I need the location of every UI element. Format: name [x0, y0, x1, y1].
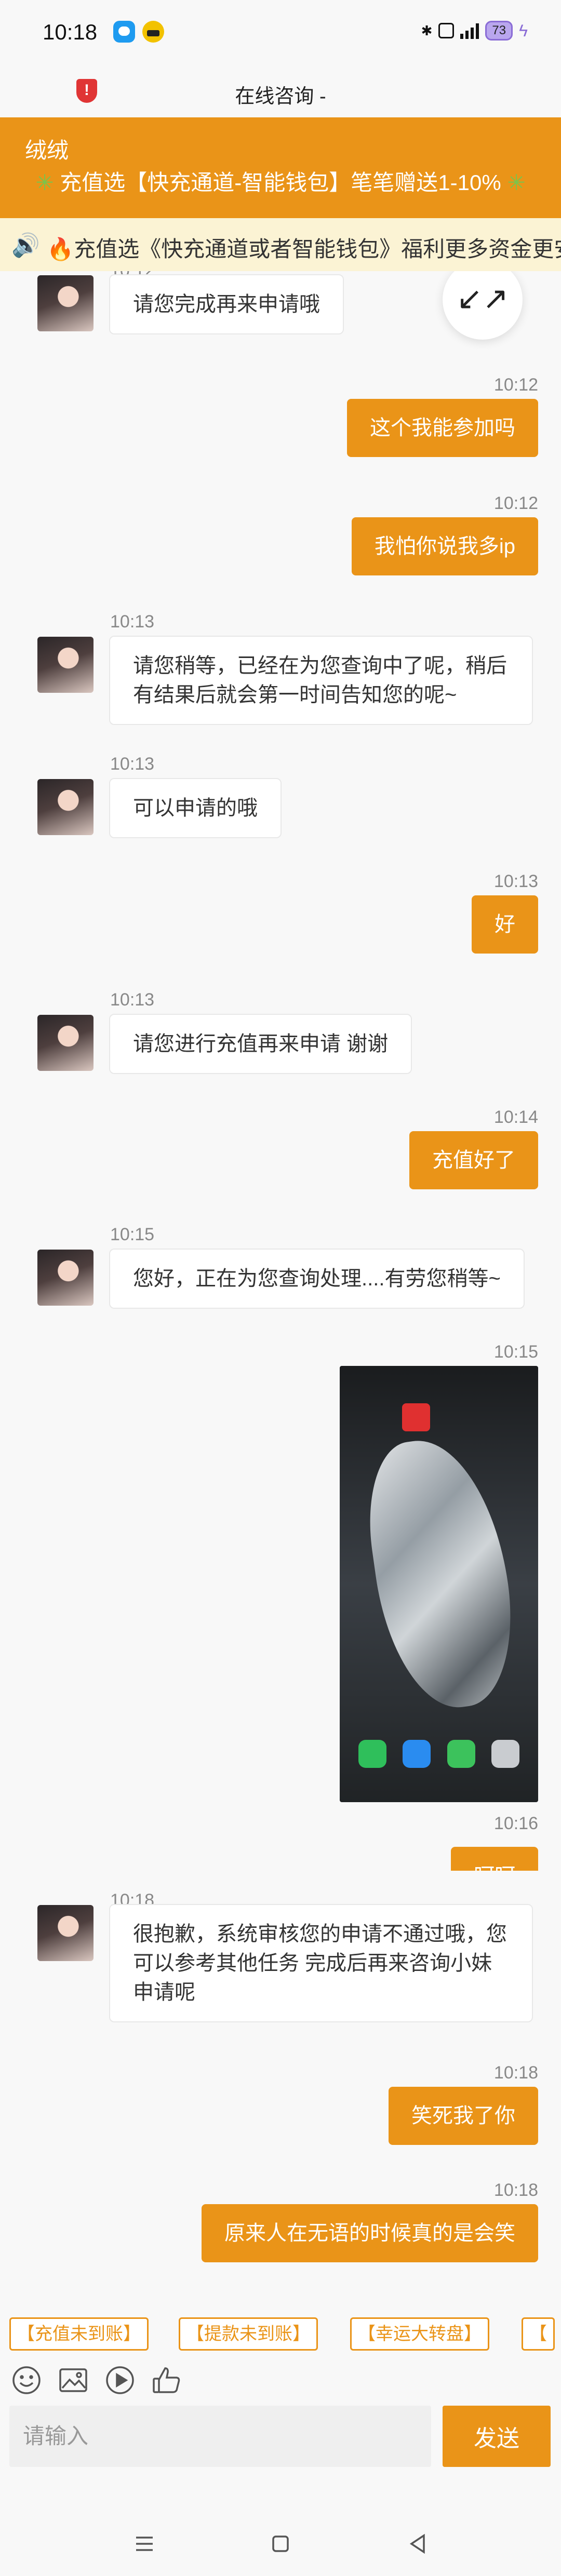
announcement-banner: 绒绒 ✳ 充值选【快充通道-智能钱包】笔笔赠送1-10% ✳ — [0, 117, 561, 218]
dock-icons — [358, 1740, 519, 1768]
composer: 发送 — [0, 2404, 561, 2470]
message-time: 10:12 — [493, 493, 538, 513]
message-bubble: 可以申请的哦 — [109, 778, 282, 838]
app-notification-icon — [142, 21, 164, 43]
back-icon[interactable] — [397, 2523, 438, 2565]
quick-button-more[interactable]: 【 — [522, 2317, 555, 2351]
emoji-icon[interactable] — [10, 2364, 43, 2396]
message-bubble: 请您完成再来申请哦 — [109, 274, 344, 334]
video-icon[interactable] — [104, 2364, 136, 2396]
quick-button-lucky-wheel[interactable]: 【幸运大转盘】 — [350, 2317, 489, 2351]
message-row-outgoing: 10:16 呵呵 — [0, 1814, 561, 1871]
signal-icon — [460, 22, 479, 39]
quick-actions-bar: 【充值未到账】 【提款未到账】 【幸运大转盘】 【 — [0, 2302, 561, 2359]
message-time: 10:18 — [493, 2180, 538, 2200]
thumbs-up-icon[interactable] — [151, 2364, 183, 2396]
message-time: 10:15 — [110, 1225, 155, 1244]
screenshot-image[interactable] — [340, 1366, 538, 1802]
messenger-notification-icon — [113, 21, 135, 43]
image-icon[interactable] — [57, 2364, 89, 2396]
page-title: 在线咨询 - — [235, 86, 326, 108]
agent-avatar[interactable] — [37, 275, 94, 331]
message-input[interactable] — [9, 2406, 431, 2467]
agent-avatar[interactable] — [37, 637, 94, 693]
agent-name: 绒绒 — [25, 138, 69, 163]
message-time: 10:16 — [493, 1814, 538, 1833]
message-time: 10:13 — [493, 871, 538, 891]
notice-marquee: 🔊 🔥充值选《快充通道或者智能钱包》福利更多资金更安全 — [0, 218, 561, 271]
message-time: 10:18 — [493, 2063, 538, 2083]
app-logo — [402, 1403, 430, 1431]
system-nav-bar — [0, 2508, 561, 2576]
message-bubble: 呵呵 — [451, 1847, 538, 1871]
message-time: 10:14 — [493, 1107, 538, 1127]
message-time: 10:13 — [110, 990, 155, 1010]
status-indicators: ✱ 73 ϟ — [421, 21, 528, 41]
message-bubble: 这个我能参加吗 — [347, 399, 538, 457]
home-icon[interactable] — [260, 2523, 301, 2565]
clover-icon: ✳ — [35, 170, 54, 195]
hd-icon — [438, 23, 455, 38]
quick-button-withdraw[interactable]: 【提款未到账】 — [179, 2317, 318, 2351]
speaker-icon: 🔊 — [11, 233, 40, 258]
bluetooth-icon: ✱ — [421, 22, 433, 38]
collapse-icon[interactable]: ↙↗ — [443, 271, 523, 340]
chat-area[interactable]: 10:12 请您完成再来申请哦 ↙↗ 10:12 这个我能参加吗 10:12 我… — [0, 271, 561, 2302]
message-time: 10:15 — [493, 1342, 538, 1362]
message-time: 10:13 — [110, 754, 155, 774]
charging-icon: ϟ — [519, 21, 528, 40]
message-bubble: 我怕你说我多ip — [351, 517, 538, 575]
promo-line: ✳ 充值选【快充通道-智能钱包】笔笔赠送1-10% ✳ — [0, 165, 561, 197]
composer-toolbar — [0, 2359, 561, 2404]
battery-icon: 73 — [485, 21, 513, 41]
message-bubble: 笑死我了你 — [389, 2087, 538, 2145]
menu-icon[interactable] — [124, 2523, 165, 2565]
chat-header: ! 在线咨询 - — [0, 68, 561, 117]
message-bubble: 好 — [472, 895, 538, 954]
clover-icon: ✳ — [507, 170, 526, 195]
agent-avatar[interactable] — [37, 1905, 94, 1961]
agent-avatar[interactable] — [37, 1015, 94, 1071]
message-bubble: 您好，正在为您查询处理....有劳您稍等~ — [109, 1249, 525, 1309]
message-time: 10:13 — [110, 612, 155, 632]
message-time: 10:12 — [493, 375, 538, 395]
marquee-text: 🔥充值选《快充通道或者智能钱包》福利更多资金更安全 — [47, 237, 561, 261]
wallpaper-crystal — [358, 1431, 524, 1716]
message-bubble: 请您稍等，已经在为您查询中了呢，稍后有结果后就会第一时间告知您的呢~ — [109, 636, 533, 725]
message-bubble: 充值好了 — [409, 1131, 538, 1189]
message-bubble: 原来人在无语的时候真的是会笑 — [202, 2204, 538, 2262]
message-bubble: 很抱歉，系统审核您的申请不通过哦，您可以参考其他任务 完成后再来咨询小妹申请呢 — [109, 1904, 533, 2022]
status-time: 10:18 — [43, 20, 98, 44]
agent-avatar[interactable] — [37, 1250, 94, 1306]
status-bar: 10:18 ✱ 73 ϟ — [0, 0, 561, 68]
message-bubble: 请您进行充值再来申请 谢谢 — [109, 1014, 412, 1074]
send-button[interactable]: 发送 — [443, 2406, 551, 2467]
agent-avatar[interactable] — [37, 779, 94, 835]
promo-text: 充值选【快充通道-智能钱包】笔笔赠送1-10% — [60, 170, 501, 195]
quick-button-recharge[interactable]: 【充值未到账】 — [9, 2317, 149, 2351]
